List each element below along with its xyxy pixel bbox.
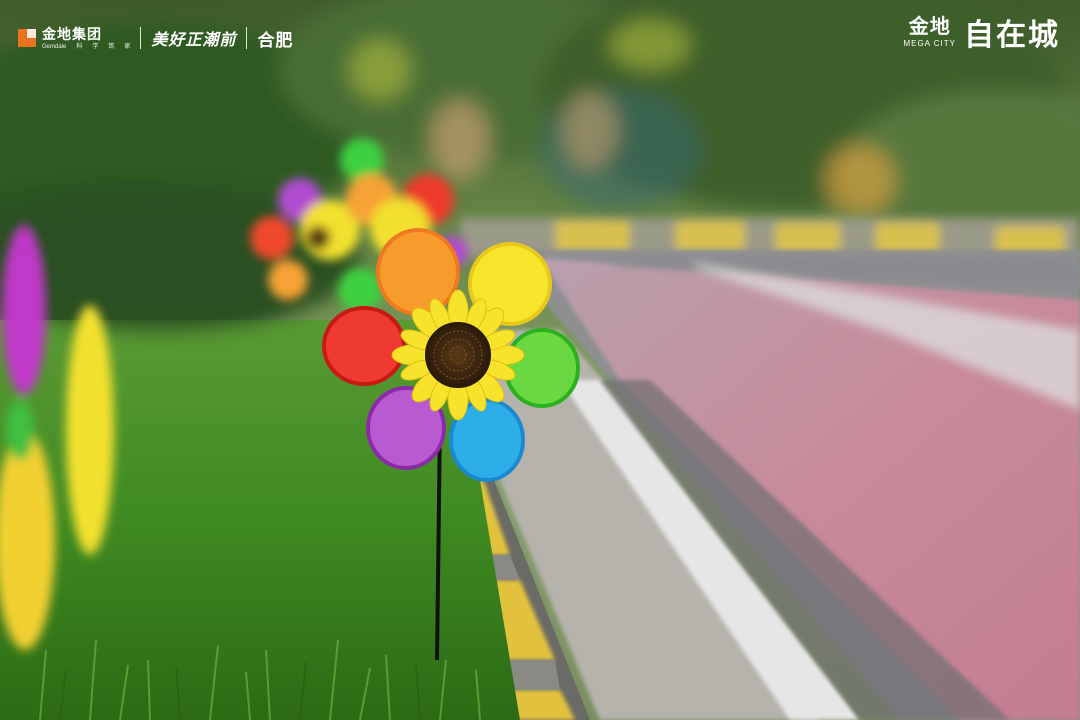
gemdale-tagline-4: 家: [124, 43, 131, 50]
petal-orange: [376, 228, 460, 316]
gemdale-logo-icon: [18, 29, 36, 47]
petal-red: [322, 306, 406, 386]
gemdale-tagline-1: 科: [76, 43, 83, 50]
gemdale-logo: 金地集团 Gemdale 科 学 筑 家: [18, 27, 130, 50]
pinwheel-photo: [0, 0, 1080, 720]
gemdale-tagline-2: 学: [92, 43, 99, 50]
petal-green: [504, 328, 580, 408]
project-name: 自在城: [964, 19, 1060, 52]
project-brand-en: MEGA CITY: [903, 38, 956, 48]
brand-city: 合肥: [257, 30, 294, 50]
brand-bar-left: 金地集团 Gemdale 科 学 筑 家 美好正潮前 合肥: [18, 20, 293, 56]
gemdale-tagline-3: 筑: [108, 43, 115, 50]
brand-divider: [140, 27, 142, 49]
project-logo: 金地 MEGA CITY 自在城: [903, 12, 1060, 53]
gemdale-name: 金地集团: [42, 25, 102, 42]
brand-divider: [246, 27, 248, 49]
gemdale-en: Gemdale: [42, 43, 67, 50]
photo-scene: 金地集团 Gemdale 科 学 筑 家 美好正潮前 合肥 金地 MEGA CI…: [0, 0, 1080, 720]
brand-slogan: 美好正潮前: [151, 32, 237, 49]
sunflower-seed-disc: [425, 322, 491, 388]
project-brand-cn: 金地: [908, 15, 951, 38]
